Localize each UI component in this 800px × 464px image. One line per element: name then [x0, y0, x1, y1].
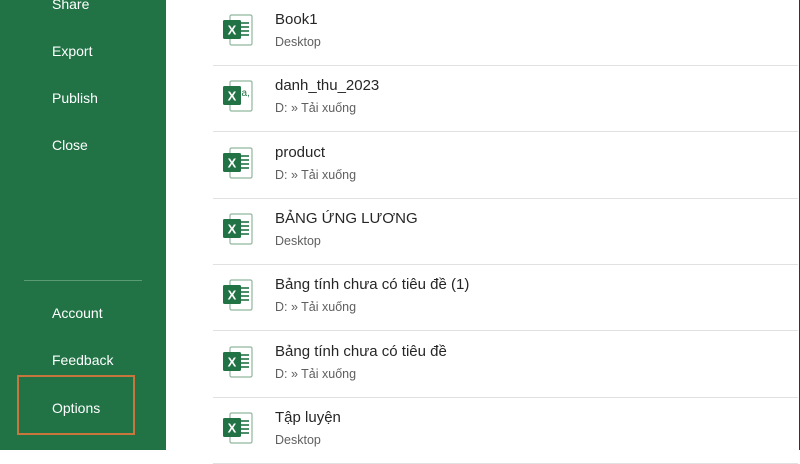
svg-text:X: X [228, 288, 237, 303]
sidebar-item-share[interactable]: Share [52, 0, 89, 14]
file-location: D: » Tải xuống [275, 167, 357, 182]
recent-file-row[interactable]: X Bảng tính chưa có tiêu đề D: » Tải xuống [213, 331, 798, 398]
file-name: Bảng tính chưa có tiêu đề [275, 342, 447, 360]
sidebar-divider [24, 280, 142, 281]
svg-text:X: X [228, 89, 237, 104]
file-name: Tập luyện [275, 408, 341, 426]
file-location: Desktop [275, 432, 321, 447]
sidebar-item-close[interactable]: Close [52, 135, 88, 155]
recent-file-row[interactable]: X Bảng tính chưa có tiêu đề (1) D: » Tải x… [213, 264, 798, 332]
svg-text:a,: a, [242, 88, 250, 99]
excel-icon: X [221, 145, 255, 181]
svg-text:X: X [228, 354, 237, 369]
file-name: product [275, 143, 326, 161]
recent-file-row[interactable]: X BẢNG ỨNG LƯƠNG Desktop [213, 198, 798, 265]
recent-file-row[interactable]: X Book1 Desktop [213, 0, 798, 66]
file-location: D: » Tải xuống [275, 300, 357, 315]
svg-text:X: X [228, 155, 237, 170]
excel-data-icon: a, X [221, 78, 255, 114]
excel-icon: X [221, 211, 255, 247]
file-location: D: » Tải xuống [275, 366, 357, 381]
file-location: D: » Tải xuống [275, 101, 357, 116]
svg-text:X: X [228, 420, 237, 435]
recent-file-row[interactable]: a, Xdanh_thu_2023 D: » Tải xuống [213, 65, 798, 133]
svg-text:X: X [228, 23, 237, 38]
file-name: danh_thu_2023 [275, 77, 380, 95]
excel-icon: X [221, 410, 255, 446]
excel-icon: X [221, 344, 255, 380]
sidebar-item-account[interactable]: Account [52, 303, 103, 323]
sidebar-item-feedback[interactable]: Feedback [52, 350, 113, 370]
sidebar-item-export[interactable]: Export [52, 41, 92, 61]
excel-icon: X [221, 12, 255, 48]
excel-icon: X [221, 277, 255, 313]
recent-file-row[interactable]: Xproduct D: » Tải xuống [213, 132, 798, 199]
file-name: Book1 [275, 11, 318, 28]
backstage-sidebar: Share Export Publish Close Account Feedb… [0, 0, 166, 450]
recent-file-row[interactable]: X Tập luyện Desktop [213, 397, 798, 464]
svg-text:X: X [228, 221, 237, 236]
file-name: BẢNG ỨNG LƯƠNG [275, 209, 418, 227]
sidebar-item-publish[interactable]: Publish [52, 88, 98, 108]
file-location: Desktop [275, 35, 321, 49]
file-name: Bảng tính chưa có tiêu đề (1) [275, 276, 470, 294]
file-location: Desktop [275, 233, 321, 248]
sidebar-item-options[interactable]: Options [52, 398, 100, 418]
